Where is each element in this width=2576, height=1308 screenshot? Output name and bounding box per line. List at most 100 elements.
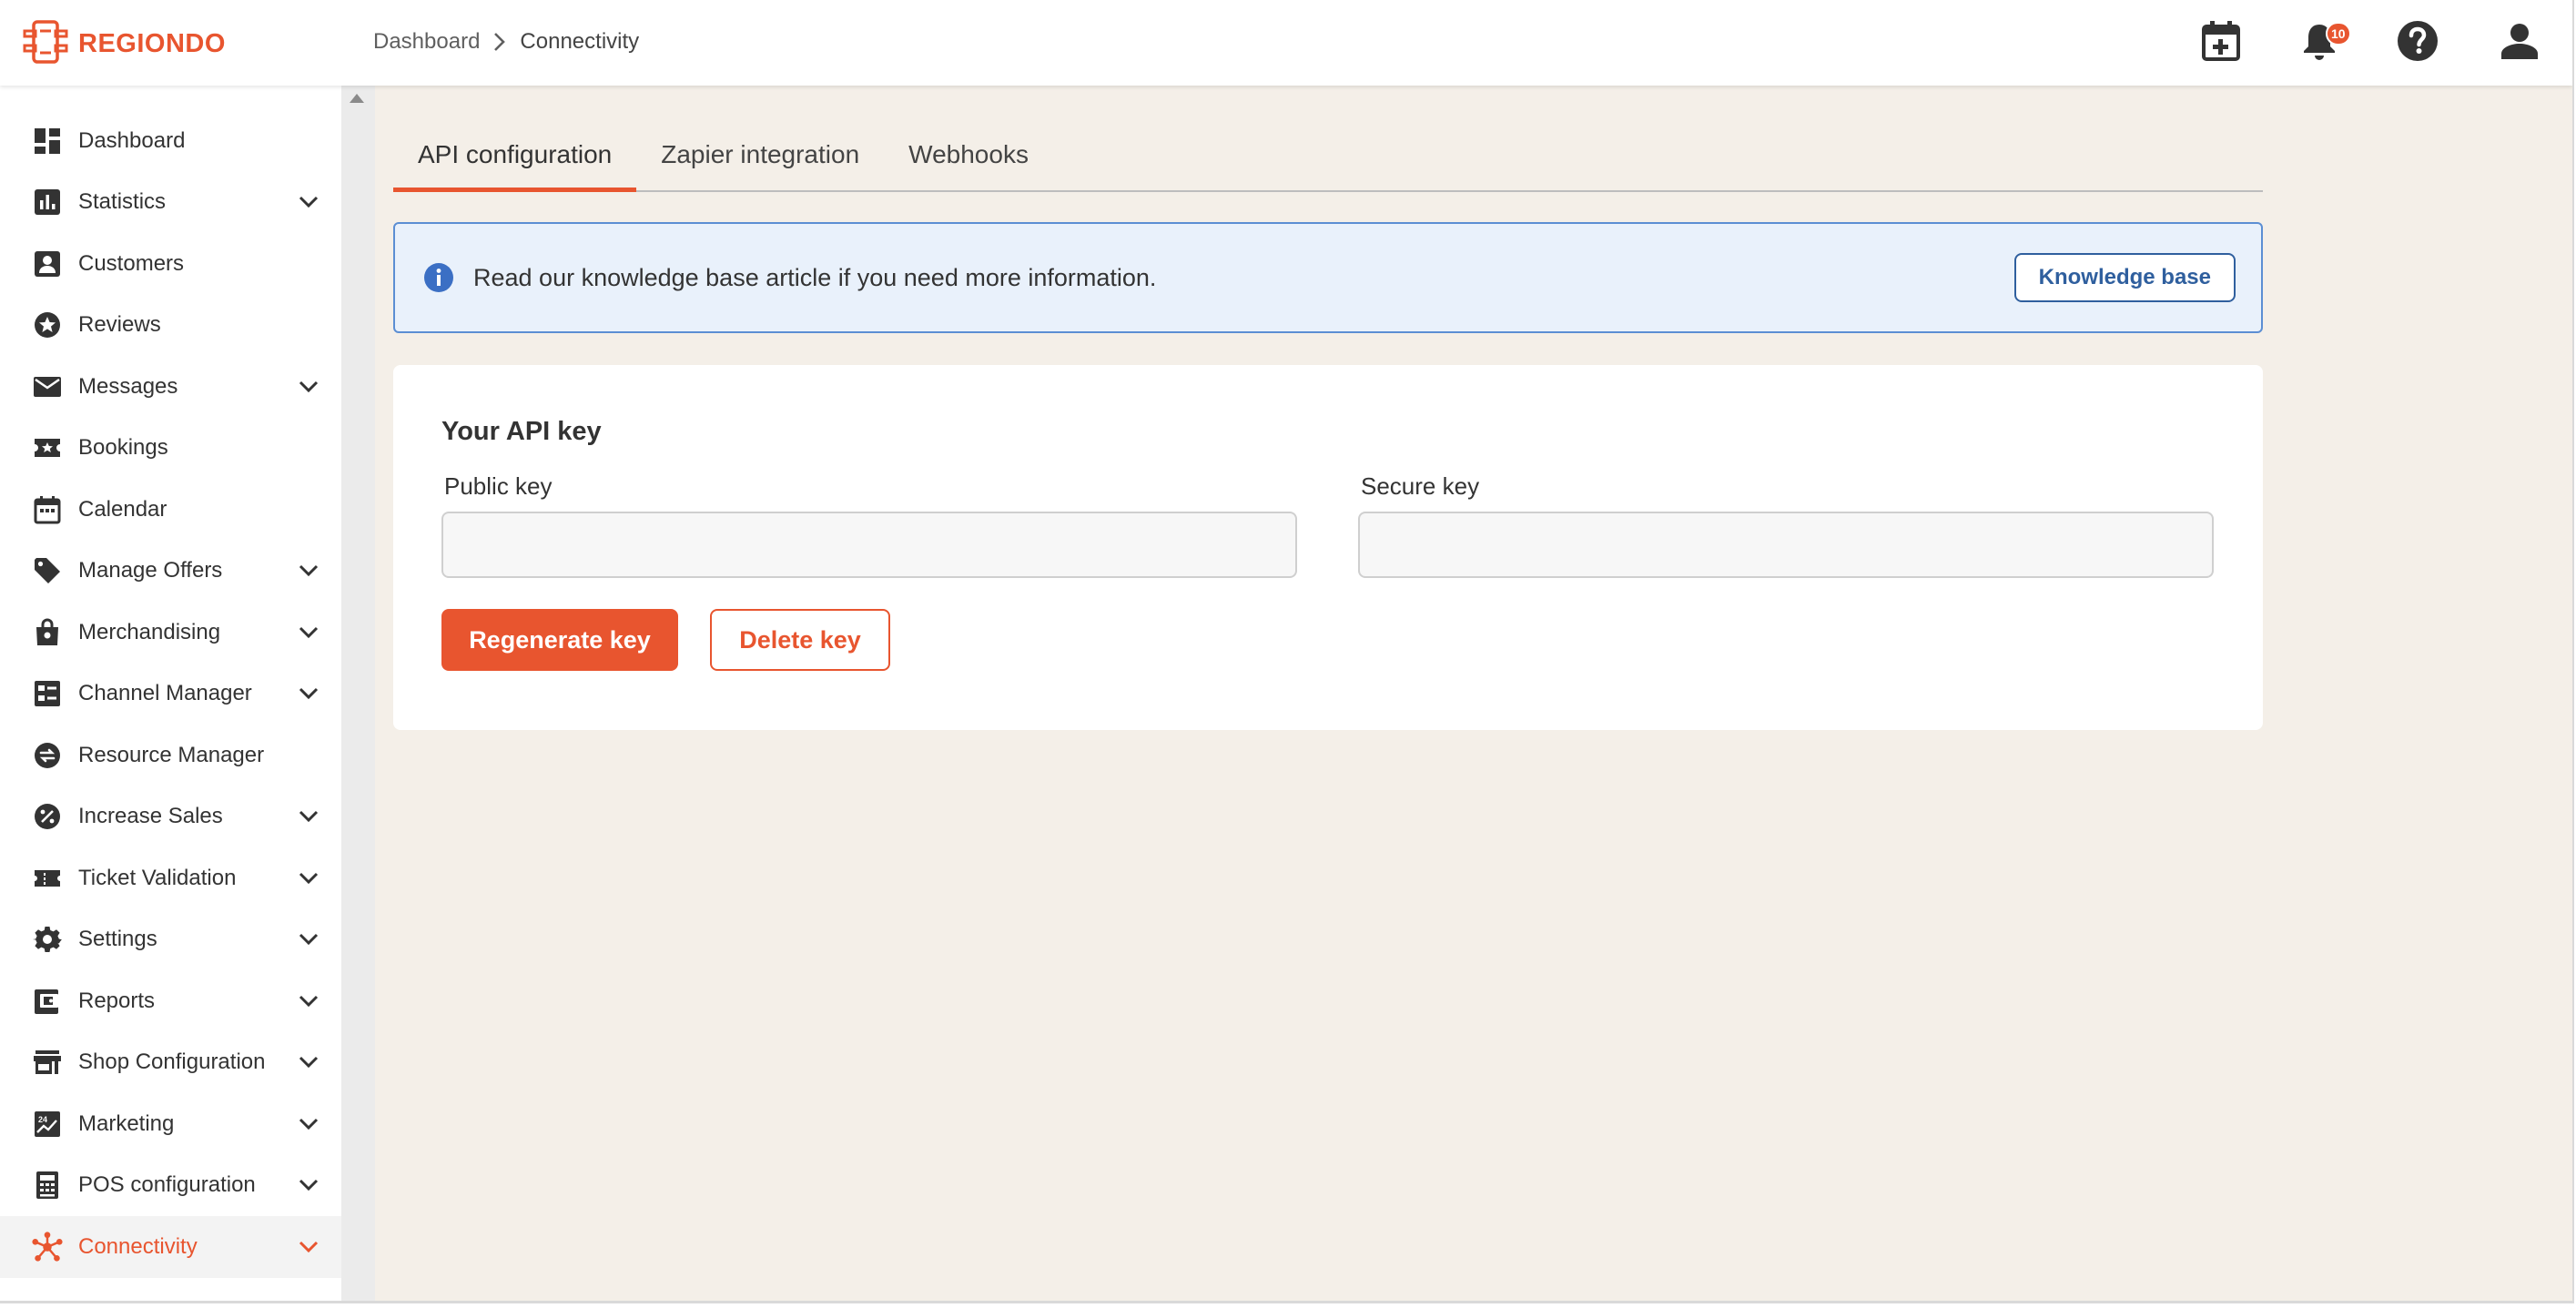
info-icon — [422, 261, 455, 294]
sidebar-item-label: Messages — [78, 373, 178, 399]
sidebar-item-resource-manager[interactable]: Resource Manager — [0, 725, 341, 786]
tag-icon — [31, 554, 64, 587]
marketing-icon: 24 — [31, 1108, 64, 1141]
chevron-right-icon — [492, 32, 507, 52]
sidebar-item-label: Manage Offers — [78, 558, 223, 583]
header-actions: 10 — [2172, 0, 2572, 86]
user-account-button[interactable] — [2467, 0, 2572, 86]
calendar-add-button[interactable] — [2172, 0, 2270, 86]
dashboard-icon — [31, 125, 64, 157]
sidebar-nav: Dashboard Statistics Customers Reviews Messa… — [0, 86, 341, 1301]
sidebar-item-messages[interactable]: Messages — [0, 356, 341, 418]
info-banner-text: Read our knowledge base article if you n… — [473, 263, 1157, 291]
sidebar-item-label: Dashboard — [78, 127, 186, 153]
sidebar-item-manage-offers[interactable]: Manage Offers — [0, 541, 341, 603]
calendar-add-icon — [2201, 20, 2241, 66]
sidebar-item-shop-configuration[interactable]: Shop Configuration — [0, 1032, 341, 1094]
breadcrumb-dashboard[interactable]: Dashboard — [373, 29, 480, 55]
reports-icon — [31, 985, 64, 1018]
sidebar-item-label: Resource Manager — [78, 742, 265, 767]
sidebar-item-bookings[interactable]: Bookings — [0, 418, 341, 480]
sidebar-item-label: Connectivity — [78, 1233, 198, 1259]
chevron-down-icon[interactable] — [296, 1172, 321, 1198]
notifications-button[interactable]: 10 — [2270, 0, 2368, 86]
reviews-icon — [31, 309, 64, 341]
chevron-down-icon[interactable] — [296, 681, 321, 706]
sidebar-item-settings[interactable]: Settings — [0, 909, 341, 971]
secure-key-field: Secure key — [1358, 472, 2214, 578]
public-key-label: Public key — [444, 472, 553, 500]
sidebar-item-label: Bookings — [78, 435, 168, 461]
help-button[interactable] — [2368, 0, 2467, 86]
scroll-up-arrow-icon[interactable] — [350, 94, 364, 103]
sidebar-item-label: Statistics — [78, 189, 167, 215]
sidebar-item-dashboard[interactable]: Dashboard — [0, 110, 341, 172]
svg-text:24: 24 — [38, 1115, 47, 1124]
tab-api-configuration[interactable]: API configuration — [393, 84, 637, 192]
chevron-down-icon[interactable] — [296, 374, 321, 400]
regiondo-logo-icon — [22, 18, 69, 70]
user-icon — [2500, 23, 2539, 64]
statistics-icon — [31, 186, 64, 218]
breadcrumb-connectivity: Connectivity — [520, 29, 640, 54]
help-icon — [2397, 20, 2439, 66]
sidebar-item-pos-configuration[interactable]: POS configuration — [0, 1155, 341, 1217]
sidebar-item-label: Increase Sales — [78, 804, 223, 829]
chevron-down-icon[interactable] — [296, 1111, 321, 1137]
regiondo-logo[interactable]: REGIONDO — [22, 18, 226, 70]
percent-icon — [31, 800, 64, 833]
tab-zapier-integration[interactable]: Zapier integration — [636, 84, 884, 190]
customers-icon — [31, 248, 64, 280]
sidebar-item-ticket-validation[interactable]: Ticket Validation — [0, 847, 341, 909]
sidebar-item-label: Reviews — [78, 312, 161, 338]
api-key-card: Your API key Public key Secure key Regen… — [393, 365, 2263, 730]
sidebar-item-reviews[interactable]: Reviews — [0, 295, 341, 357]
sidebar-item-label: Merchandising — [78, 619, 221, 644]
regenerate-key-button[interactable]: Regenerate key — [441, 609, 678, 671]
sidebar-item-label: Settings — [78, 927, 157, 952]
chevron-down-icon[interactable] — [296, 927, 321, 952]
channel-manager-icon — [31, 677, 64, 710]
chevron-down-icon[interactable] — [296, 558, 321, 583]
notification-count-badge: 10 — [2326, 22, 2351, 46]
secure-key-input[interactable] — [1358, 512, 2214, 578]
public-key-field: Public key — [441, 472, 1297, 578]
chevron-down-icon[interactable] — [296, 866, 321, 891]
info-banner: Read our knowledge base article if you n… — [393, 222, 2263, 333]
sidebar-item-calendar[interactable]: Calendar — [0, 479, 341, 541]
sidebar-item-label: Calendar — [78, 496, 167, 522]
shopping-bag-icon — [31, 616, 64, 649]
sidebar-item-label: Marketing — [78, 1110, 175, 1136]
chevron-down-icon[interactable] — [296, 989, 321, 1014]
chevron-down-icon[interactable] — [296, 620, 321, 645]
sidebar-item-statistics[interactable]: Statistics — [0, 172, 341, 234]
sidebar-item-label: Channel Manager — [78, 681, 252, 706]
connectivity-icon — [31, 1231, 64, 1263]
sidebar-item-reports[interactable]: Reports — [0, 970, 341, 1032]
sidebar-menu: Dashboard Statistics Customers Reviews Messa… — [0, 86, 341, 1278]
sidebar-item-increase-sales[interactable]: Increase Sales — [0, 786, 341, 848]
sidebar-item-channel-manager[interactable]: Channel Manager — [0, 664, 341, 725]
mail-icon — [31, 370, 64, 403]
sidebar-item-merchandising[interactable]: Merchandising — [0, 602, 341, 664]
sidebar-item-label: Reports — [78, 988, 156, 1013]
sidebar-item-label: Shop Configuration — [78, 1049, 266, 1075]
sidebar-scrollbar[interactable] — [341, 86, 375, 1301]
ticket-icon — [31, 862, 64, 895]
chevron-down-icon[interactable] — [296, 189, 321, 215]
sidebar-item-customers[interactable]: Customers — [0, 233, 341, 295]
resource-manager-icon — [31, 739, 64, 772]
bookings-icon — [31, 431, 64, 464]
public-key-input[interactable] — [441, 512, 1297, 578]
knowledge-base-button[interactable]: Knowledge base — [2013, 253, 2236, 302]
delete-key-button[interactable]: Delete key — [710, 609, 890, 671]
sidebar-item-marketing[interactable]: 24 Marketing — [0, 1093, 341, 1155]
sidebar-item-label: Customers — [78, 250, 185, 276]
chevron-down-icon[interactable] — [296, 1049, 321, 1075]
tab-webhooks[interactable]: Webhooks — [884, 84, 1053, 190]
chevron-down-icon[interactable] — [296, 804, 321, 829]
sidebar-item-label: Ticket Validation — [78, 865, 237, 890]
chevron-down-icon[interactable] — [296, 1234, 321, 1260]
api-key-title: Your API key — [441, 417, 602, 446]
sidebar-item-connectivity[interactable]: Connectivity — [0, 1216, 341, 1278]
